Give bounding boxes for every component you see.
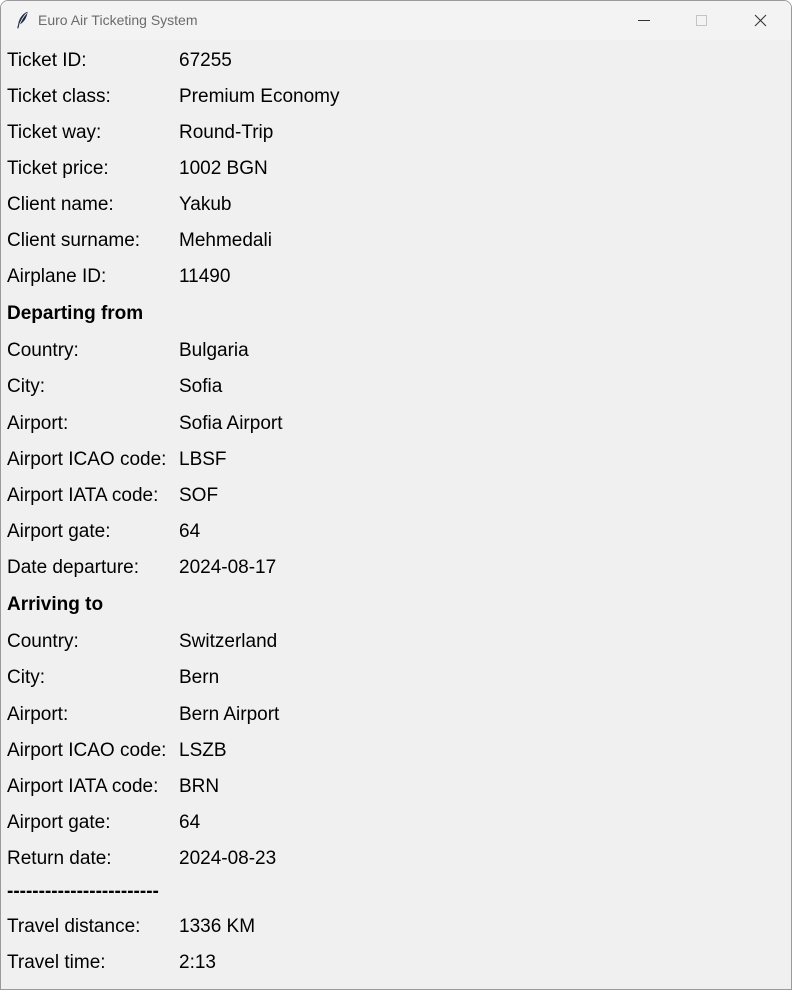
departure-iata-label: Airport IATA code: [7,485,159,506]
return-date-value: 2024-08-23 [179,848,277,869]
departure-date-label: Date departure: [7,557,140,578]
arrival-country-value: Switzerland [179,631,278,652]
client-name-value: Yakub [179,194,232,215]
departure-airport-value: Sofia Airport [179,413,283,434]
travel-distance-label: Travel distance: [7,916,141,937]
client-surname-label: Client surname: [7,230,141,251]
travel-time-value: 2:13 [179,952,216,973]
arrival-gate-label: Airport gate: [7,812,111,833]
departure-icao-value: LBSF [179,449,227,470]
departure-iata-value: SOF [179,485,219,506]
ticket-id-value: 67255 [179,50,232,71]
arrival-icao-label: Airport ICAO code: [7,740,167,761]
arrival-country-label: Country: [7,631,79,652]
arrival-city-value: Bern [179,667,220,688]
client-surname-value: Mehmedali [179,230,272,251]
ticket-id-label: Ticket ID: [7,50,87,71]
client-name-label: Client name: [7,194,114,215]
arrival-city-label: City: [7,667,45,688]
departure-gate-value: 64 [179,521,201,542]
arrival-airport-value: Bern Airport [179,704,280,725]
ticket-price-label: Ticket price: [7,158,109,179]
departure-city-label: City: [7,376,45,397]
window-title: Euro Air Ticketing System [38,12,198,28]
airplane-id-label: Airplane ID: [7,266,107,287]
minimize-button[interactable] [614,1,672,40]
travel-distance-value: 1336 KM [179,916,256,937]
ticket-details-panel: Ticket ID: 67255 Ticket class: Premium E… [1,40,791,989]
ticket-price-value: 1002 BGN [179,158,268,179]
ticket-class-value: Premium Economy [179,86,340,107]
arrival-iata-label: Airport IATA code: [7,776,159,797]
departure-gate-label: Airport gate: [7,521,111,542]
return-date-label: Return date: [7,848,112,869]
arriving-to-heading-text: Arriving to [7,594,104,615]
departure-country-value: Bulgaria [179,340,249,361]
departing-from-heading-text: Departing from [7,303,144,324]
ticket-way-value: Round-Trip [179,122,274,143]
departure-date-value: 2024-08-17 [179,557,277,578]
departure-city-value: Sofia [179,376,223,397]
departure-airport-label: Airport: [7,413,69,434]
departure-icao-label: Airport ICAO code: [7,449,167,470]
airplane-id-value: 11490 [179,266,231,287]
arrival-iata-value: BRN [179,776,220,797]
feather-icon [15,11,29,29]
ticket-way-label: Ticket way: [7,122,102,143]
close-button[interactable] [731,1,789,40]
ticket-class-label: Ticket class: [7,86,111,107]
maximize-button[interactable] [672,1,730,40]
app-window: Euro Air Ticketing System Ticket ID: 672… [0,0,792,990]
separator-text: ------------------------ [7,881,159,902]
departure-country-label: Country: [7,340,79,361]
arrival-airport-label: Airport: [7,704,69,725]
arrival-icao-value: LSZB [179,740,227,761]
arrival-gate-value: 64 [179,812,201,833]
title-bar[interactable]: Euro Air Ticketing System [1,1,791,40]
travel-time-label: Travel time: [7,952,106,973]
